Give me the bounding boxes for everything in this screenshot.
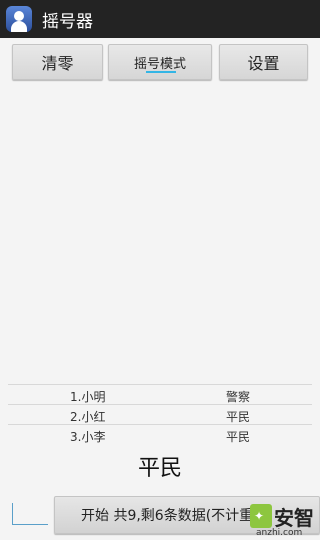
shopping-bag-icon: ✦ [250, 504, 272, 528]
start-button-label: 开始 共9,剩6条数据(不计重) [81, 508, 259, 524]
watermark-logo: ✦ 安智 anzhi.com [248, 500, 320, 540]
mode-button-label: 摇号模式 [133, 56, 186, 72]
participant-name: 1.小明 [70, 390, 106, 404]
watermark-text: 安智 [274, 506, 314, 530]
settings-button[interactable]: 设置 [219, 44, 308, 80]
clear-button-label: 清零 [41, 54, 74, 73]
clear-button[interactable]: 清零 [12, 44, 103, 80]
toolbar: 清零 摇号模式 设置 [0, 44, 320, 82]
result-list: 1.小明 警察 2.小红 平民 3.小李 平民 [8, 384, 312, 444]
participant-name: 2.小红 [70, 410, 106, 424]
app-person-icon [6, 6, 32, 32]
participant-role: 平民 [226, 410, 251, 424]
watermark-url: anzhi.com [256, 528, 303, 538]
text-cursor-field[interactable] [12, 503, 48, 525]
participant-role: 警察 [226, 390, 251, 404]
mode-button[interactable]: 摇号模式 [108, 44, 212, 80]
list-item: 3.小李 平民 [8, 424, 312, 444]
settings-button-label: 设置 [247, 54, 280, 73]
app-title: 摇号器 [42, 11, 93, 32]
mode-indicator [146, 71, 176, 73]
title-bar: 摇号器 [0, 0, 320, 38]
list-item: 1.小明 警察 [8, 384, 312, 404]
list-item: 2.小红 平民 [8, 404, 312, 424]
current-result: 平民 [137, 456, 182, 481]
participant-role: 平民 [226, 430, 251, 444]
participant-name: 3.小李 [70, 430, 106, 444]
